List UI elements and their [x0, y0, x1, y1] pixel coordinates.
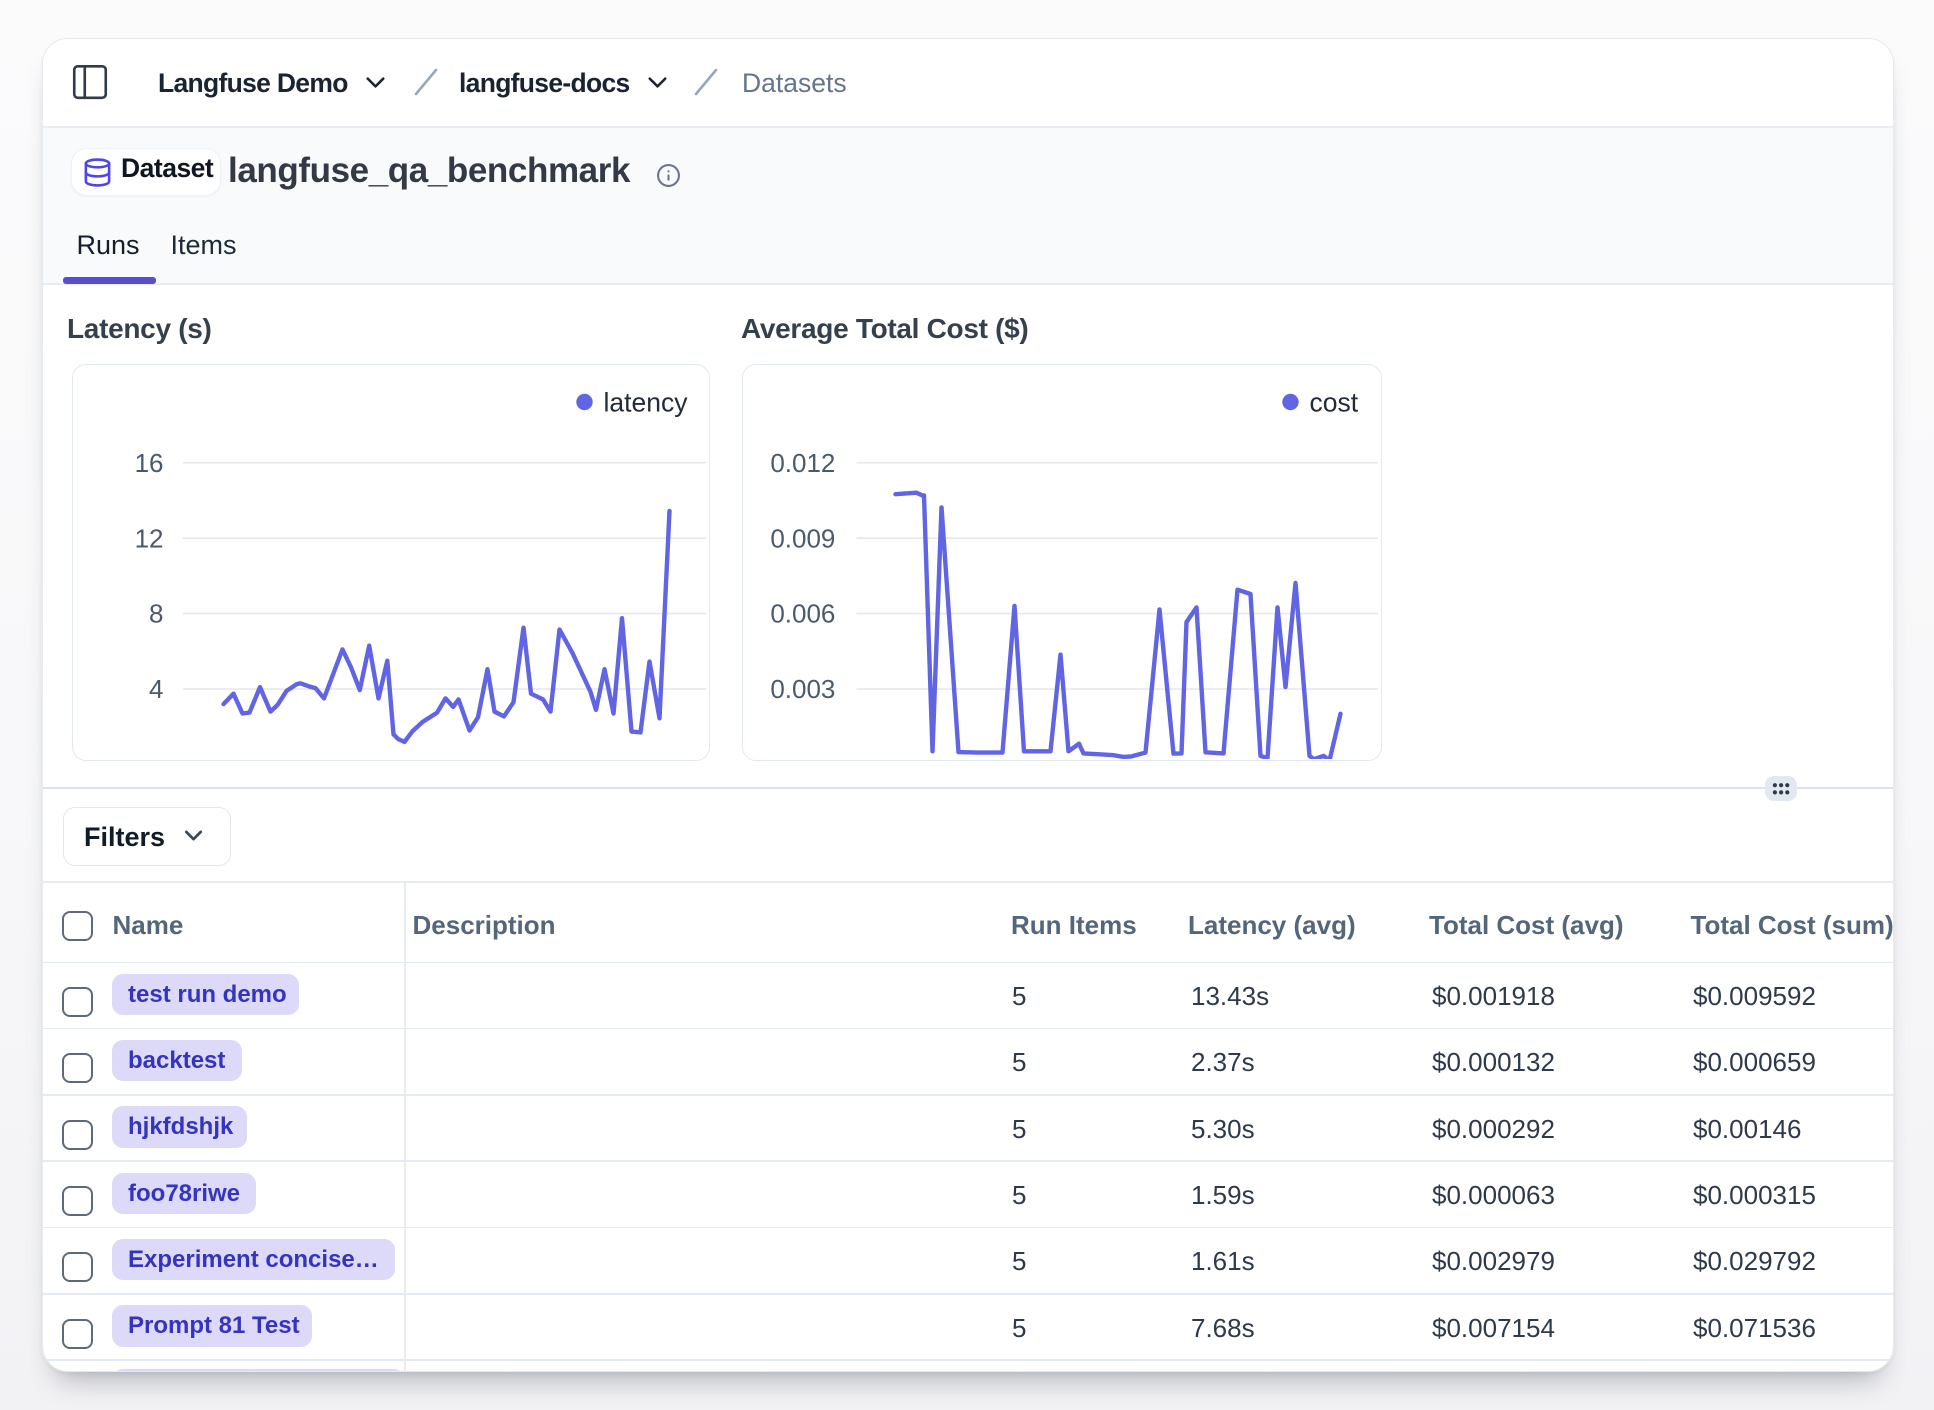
svg-text:0.003: 0.003 — [770, 674, 835, 704]
svg-text:8: 8 — [149, 599, 163, 629]
svg-text:4: 4 — [149, 674, 163, 704]
svg-text:0.012: 0.012 — [770, 448, 835, 478]
svg-text:latency: latency — [603, 387, 688, 417]
svg-text:16: 16 — [134, 448, 163, 478]
svg-text:12: 12 — [134, 523, 163, 553]
svg-text:0.006: 0.006 — [770, 599, 835, 629]
svg-text:cost: cost — [1309, 387, 1358, 417]
svg-text:0.009: 0.009 — [770, 523, 835, 553]
